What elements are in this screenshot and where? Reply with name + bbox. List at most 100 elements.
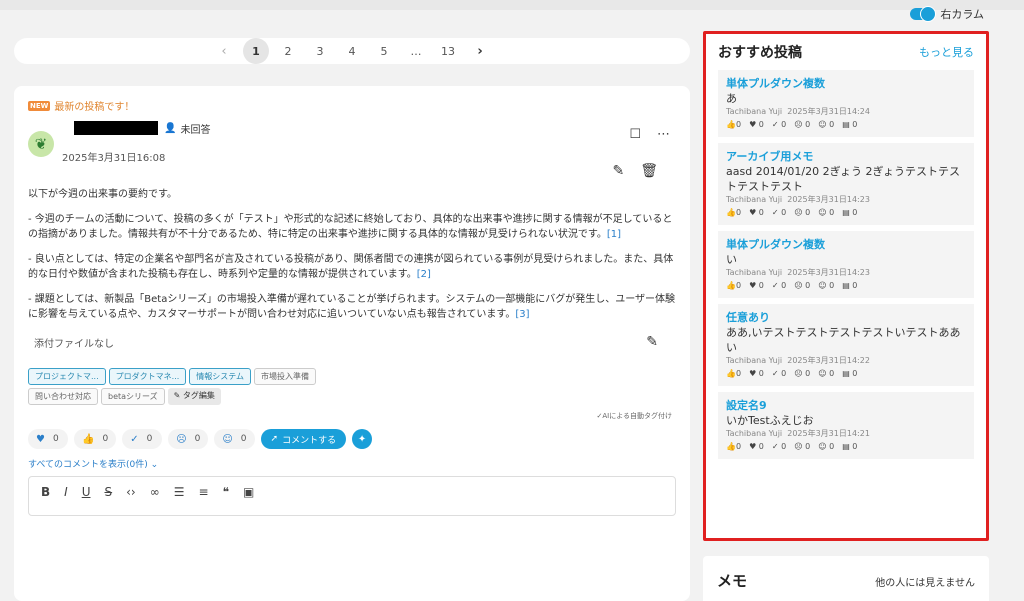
thumbs-up-icon: 👍: [726, 369, 736, 378]
list-item[interactable]: 単体プルダウン複数 い Tachibana Yuji 2025年3月31日14:…: [718, 231, 974, 298]
quote-icon[interactable]: ❝: [223, 485, 229, 499]
attachment-label: 添付ファイルなし: [34, 338, 114, 350]
reference-link-3[interactable]: [3]: [515, 309, 529, 320]
pencil-icon: ✎: [173, 391, 183, 400]
reference-link-2[interactable]: [2]: [417, 269, 431, 280]
item-stats: 👍0 ♥ 0 ✓ 0 ☹ 0 ☺ 0 ▤ 0: [726, 369, 858, 378]
item-meta: Tachibana Yuji 2025年3月31日14:22: [726, 356, 870, 365]
check-icon: ✓: [771, 208, 779, 217]
item-title[interactable]: 設定名9: [726, 398, 966, 413]
link-icon[interactable]: ∞: [150, 485, 160, 499]
tag-chip[interactable]: 市場投入準備: [254, 368, 317, 385]
prev-page-button[interactable]: ‹: [211, 38, 237, 64]
page-13[interactable]: 13: [435, 38, 461, 64]
ai-sparkle-button[interactable]: ✦: [352, 429, 373, 449]
right-column-toggle[interactable]: 右カラム: [910, 6, 984, 22]
underline-icon[interactable]: U: [82, 485, 91, 499]
comment-editor-toolbar: B I U S ‹› ∞ ☰ ≡ ❝ ▣: [28, 476, 676, 516]
bold-icon[interactable]: B: [41, 485, 50, 499]
heart-icon: ♥: [749, 442, 757, 451]
page-3[interactable]: 3: [307, 38, 333, 64]
page-1[interactable]: 1: [243, 38, 269, 64]
item-meta: Tachibana Yuji 2025年3月31日14:24: [726, 107, 870, 116]
page-4[interactable]: 4: [339, 38, 365, 64]
list-item[interactable]: 任意あり ああ,いテストテストテストテストいテストああ い Tachibana …: [718, 304, 974, 386]
heart-reaction-button[interactable]: ♥ 0: [28, 429, 68, 449]
thumbs-up-icon: 👍: [726, 208, 736, 217]
surprised-face-icon: ☺: [222, 433, 233, 445]
check-icon: ✓: [130, 433, 139, 445]
more-options-icon[interactable]: ⋯: [657, 127, 670, 142]
sad-reaction-button[interactable]: ☹ 0: [168, 429, 209, 449]
numbered-list-icon[interactable]: ≡: [199, 485, 209, 499]
post-card: NEW 最新の投稿です！ ❦ 👤 未回答 2025年3月31日16:08 ☐ ⋯…: [14, 86, 690, 601]
post-header: ❦ 👤 未回答 2025年3月31日16:08 ☐ ⋯: [28, 119, 676, 164]
user-plus-icon: 👤: [164, 123, 177, 134]
thumbs-up-icon: 👍: [726, 120, 736, 129]
sad-face-icon: ☹: [794, 442, 803, 451]
delete-trash-icon[interactable]: 🗑: [640, 163, 658, 185]
heart-icon: ♥: [749, 281, 757, 290]
italic-icon[interactable]: I: [64, 485, 68, 499]
sad-face-icon: ☹: [794, 369, 803, 378]
item-title[interactable]: 単体プルダウン複数: [726, 237, 966, 252]
thumbs-up-icon: 👍: [726, 281, 736, 290]
item-title[interactable]: 任意あり: [726, 310, 966, 325]
tag-chip[interactable]: 問い合わせ対応: [28, 388, 98, 405]
tag-chip[interactable]: betaシリーズ: [101, 388, 165, 405]
bookmark-icon[interactable]: ☐: [629, 127, 641, 142]
post-intro: 以下が今週の出来事の要約です。: [28, 189, 177, 200]
tag-chip[interactable]: プロダクトマネ...: [108, 368, 187, 385]
tag-edit-button[interactable]: ✎ タグ編集: [167, 388, 221, 405]
page-5[interactable]: 5: [371, 38, 397, 64]
item-title[interactable]: 単体プルダウン複数: [726, 76, 966, 91]
edit-pencil-icon[interactable]: ✎: [612, 163, 624, 185]
item-body: いかTestふえじお: [726, 414, 814, 427]
page-ellipsis: …: [410, 44, 422, 58]
avatar[interactable]: ❦: [28, 131, 54, 157]
check-icon: ✓: [771, 369, 779, 378]
list-item[interactable]: アーカイブ用メモ aasd 2014/01/20 2ぎょう 2ぎょうテストテスト…: [718, 143, 974, 225]
check-icon: ✓: [771, 442, 779, 451]
reaction-bar: ♥ 0 👍 0 ✓ 0 ☹ 0 ☺ 0 ➚ コメントする ✦: [28, 429, 676, 449]
pagination: ‹ 1 2 3 4 5 … 13 ›: [14, 38, 690, 64]
surprise-reaction-button[interactable]: ☺ 0: [214, 429, 255, 449]
post-date: 2025年3月31日16:08: [62, 153, 166, 164]
comment-icon: ▤: [842, 120, 850, 129]
heart-icon: ♥: [36, 433, 45, 445]
item-stats: 👍0 ♥ 0 ✓ 0 ☹ 0 ☺ 0 ▤ 0: [726, 281, 858, 290]
comment-button[interactable]: ➚ コメントする: [260, 429, 347, 449]
check-reaction-button[interactable]: ✓ 0: [122, 429, 163, 449]
sad-face-icon: ☹: [794, 281, 803, 290]
new-post-text: 最新の投稿です！: [54, 102, 135, 113]
next-page-button[interactable]: ›: [467, 38, 493, 64]
show-all-comments-link[interactable]: すべてのコメントを表示(0件) ⌄: [28, 457, 676, 470]
recommended-list: 単体プルダウン複数 あ Tachibana Yuji 2025年3月31日14:…: [718, 70, 974, 459]
tag-chip[interactable]: プロジェクトマ...: [28, 368, 106, 385]
post-paragraph-1: - 今週のチームの活動について、投稿の多くが「テスト」や形式的な記述に終始してお…: [28, 214, 673, 240]
toggle-label: 右カラム: [940, 8, 984, 21]
strikethrough-icon[interactable]: S: [105, 485, 113, 499]
page-2[interactable]: 2: [275, 38, 301, 64]
toggle-switch[interactable]: [910, 6, 937, 22]
bullet-list-icon[interactable]: ☰: [174, 485, 185, 499]
item-title[interactable]: アーカイブ用メモ: [726, 149, 966, 164]
edit-attachment-icon[interactable]: ✎: [646, 334, 658, 350]
arrow-icon: ➚: [270, 434, 279, 444]
item-meta: Tachibana Yuji 2025年3月31日14:21: [726, 429, 870, 438]
answer-status: 👤 未回答: [164, 121, 210, 136]
like-reaction-button[interactable]: 👍 0: [74, 429, 117, 449]
thumbs-up-icon: 👍: [82, 433, 95, 445]
item-body: ああ,いテストテストテストテストいテストああ い: [726, 326, 961, 354]
heart-icon: ♥: [749, 208, 757, 217]
comment-icon: ▤: [842, 369, 850, 378]
image-icon[interactable]: ▣: [243, 485, 254, 499]
tag-chip[interactable]: 情報システム: [189, 368, 252, 385]
list-item[interactable]: 単体プルダウン複数 あ Tachibana Yuji 2025年3月31日14:…: [718, 70, 974, 137]
see-more-link[interactable]: もっと見る: [919, 44, 974, 60]
code-icon[interactable]: ‹›: [126, 485, 136, 499]
memo-title: メモ: [717, 572, 748, 590]
list-item[interactable]: 設定名9 いかTestふえじお Tachibana Yuji 2025年3月31…: [718, 392, 974, 459]
reference-link-1[interactable]: [1]: [607, 229, 621, 240]
surprised-face-icon: ☺: [818, 208, 827, 217]
